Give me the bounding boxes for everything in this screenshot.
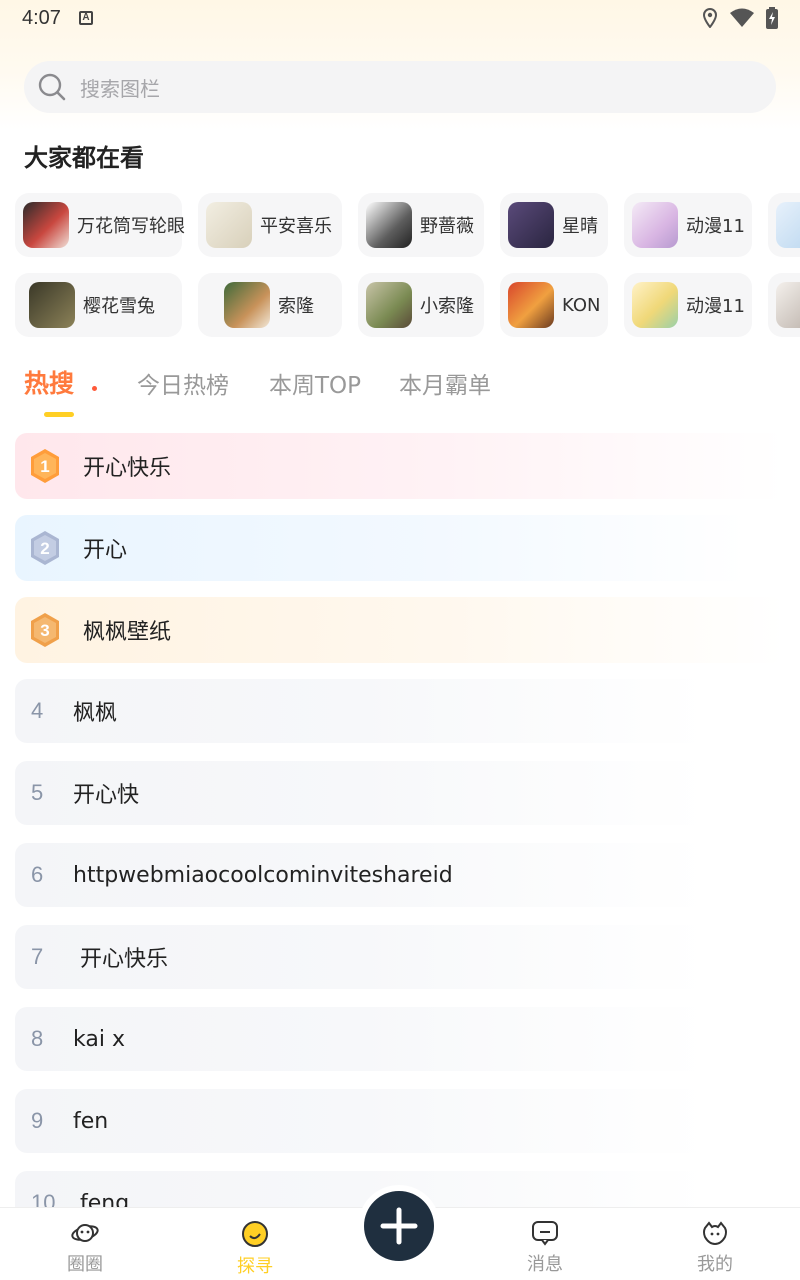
profile-icon: [703, 1221, 727, 1246]
ranking-text: httpwebmiaocoolcominviteshareid: [73, 862, 453, 888]
status-time: 4:07: [22, 6, 61, 29]
ranking-item[interactable]: 7 开心快乐: [15, 925, 785, 989]
ranking-item[interactable]: 5 开心快: [15, 761, 785, 825]
accessibility-indicator: A: [78, 11, 93, 25]
rank-number: 8: [31, 1026, 44, 1051]
silver-medal-icon: 2: [31, 531, 59, 565]
chip-thumbnail: [776, 282, 800, 328]
chip-label: 星晴: [562, 216, 598, 237]
nav-label: 圈圈: [67, 1254, 103, 1275]
rank-number: 6: [31, 862, 44, 887]
rank-number: 4: [31, 698, 44, 723]
tab-hot-search[interactable]: 热搜: [24, 364, 74, 400]
trending-chip[interactable]: 动漫11: [624, 273, 752, 337]
ranking-text: 开心快: [73, 783, 140, 808]
ranking-text: 开心: [83, 538, 128, 563]
message-icon: [532, 1221, 558, 1246]
trending-chip[interactable]: 樱花雪兔: [15, 273, 182, 337]
ranking-item[interactable]: 1 开心快乐: [15, 433, 785, 499]
chip-thumbnail: [776, 202, 800, 248]
planet-icon: [71, 1224, 99, 1242]
chip-thumbnail: [224, 282, 270, 328]
trending-chip[interactable]: 小索隆: [358, 273, 484, 337]
chip-thumbnail: [366, 202, 412, 248]
ranking-item[interactable]: 4 枫枫: [15, 679, 785, 743]
add-post-button[interactable]: [364, 1191, 434, 1261]
location-icon: [702, 8, 718, 28]
chip-thumbnail: [632, 202, 678, 248]
trending-chip[interactable]: KON: [500, 273, 608, 337]
chip-label: KON: [562, 294, 601, 316]
battery-icon: [766, 7, 778, 29]
nav-label: 探寻: [237, 1256, 273, 1277]
svg-text:2: 2: [40, 539, 49, 558]
chip-label: 小索隆: [420, 296, 474, 317]
gold-medal-icon: 1: [31, 449, 59, 483]
nav-messages[interactable]: 消息: [505, 1220, 585, 1276]
rank-number: 5: [31, 780, 44, 805]
wifi-icon: [730, 8, 754, 27]
chip-thumbnail: [23, 202, 69, 248]
nav-explore[interactable]: 探寻: [215, 1220, 295, 1278]
chip-label: 索隆: [278, 296, 314, 317]
chip-thumbnail: [29, 282, 75, 328]
ranking-item[interactable]: 3 枫枫壁纸: [15, 597, 785, 663]
svg-text:1: 1: [40, 457, 49, 476]
tab-indicator: [44, 412, 74, 417]
ranking-list: 1 开心快乐 2 开心 3 枫枫壁纸 4 枫枫 5 开心快 6 httpwebm…: [15, 433, 785, 1253]
trending-chip[interactable]: [768, 193, 800, 257]
ranking-item[interactable]: 2 开心: [15, 515, 785, 581]
tab-month[interactable]: 本月霸单: [399, 366, 491, 400]
trending-row-2: 樱花雪兔 索隆 小索隆 KON 动漫11: [15, 273, 800, 337]
trending-chip[interactable]: 万花筒写轮眼: [15, 193, 185, 257]
nav-circle[interactable]: 圈圈: [45, 1220, 125, 1276]
chip-thumbnail: [206, 202, 252, 248]
search-icon: [38, 73, 66, 101]
trending-chip[interactable]: 索隆: [198, 273, 342, 337]
chip-label: 平安喜乐: [260, 216, 332, 237]
ranking-item[interactable]: 6 httpwebmiaocoolcominviteshareid: [15, 843, 785, 907]
ranking-text: 开心快乐: [73, 947, 168, 972]
status-bar: 4:07 A: [0, 0, 800, 36]
tab-week[interactable]: 本周TOP: [269, 366, 361, 400]
bronze-medal-icon: 3: [31, 613, 59, 647]
ranking-text: 枫枫: [73, 701, 118, 726]
status-icons: [702, 7, 778, 29]
rank-number: 7: [31, 944, 44, 969]
trending-chip[interactable]: 星晴: [500, 193, 608, 257]
ranking-text: 枫枫壁纸: [83, 620, 172, 645]
ranking-item[interactable]: 8 kai x: [15, 1007, 785, 1071]
tab-today[interactable]: 今日热榜: [137, 366, 229, 400]
search-bar[interactable]: 搜索图栏: [24, 61, 776, 113]
trending-chip[interactable]: 平安喜乐: [198, 193, 342, 257]
ranking-text: fen: [73, 1108, 109, 1134]
ranking-text: kai x: [73, 1026, 125, 1052]
nav-profile[interactable]: 我的: [675, 1220, 755, 1276]
trending-title: 大家都在看: [24, 144, 144, 172]
chip-label: 野蔷薇: [420, 216, 474, 237]
chip-label: 动漫11: [686, 216, 745, 237]
ranking-text: 开心快乐: [83, 456, 172, 481]
trending-chip[interactable]: [768, 273, 800, 337]
ranking-item[interactable]: 9 fen: [15, 1089, 785, 1153]
trending-chip[interactable]: 动漫11: [624, 193, 752, 257]
nav-label: 我的: [697, 1254, 733, 1275]
search-input[interactable]: 搜索图栏: [80, 73, 160, 102]
chip-label: 樱花雪兔: [83, 296, 155, 317]
chip-thumbnail: [366, 282, 412, 328]
trending-row-1: 万花筒写轮眼 平安喜乐 野蔷薇 星晴 动漫11: [15, 193, 800, 257]
chip-label: 万花筒写轮眼: [77, 216, 185, 237]
ranking-tabs: 热搜 今日热榜 本周TOP 本月霸单: [24, 362, 784, 422]
trending-chip[interactable]: 野蔷薇: [358, 193, 484, 257]
nav-label: 消息: [527, 1254, 563, 1275]
plus-icon: [380, 1207, 418, 1245]
chip-thumbnail: [508, 282, 554, 328]
svg-text:3: 3: [40, 621, 49, 640]
explore-icon: [242, 1221, 268, 1247]
rank-number: 9: [31, 1108, 44, 1133]
chip-thumbnail: [632, 282, 678, 328]
chip-label: 动漫11: [686, 296, 745, 317]
tab-dot: [92, 386, 97, 391]
chip-thumbnail: [508, 202, 554, 248]
